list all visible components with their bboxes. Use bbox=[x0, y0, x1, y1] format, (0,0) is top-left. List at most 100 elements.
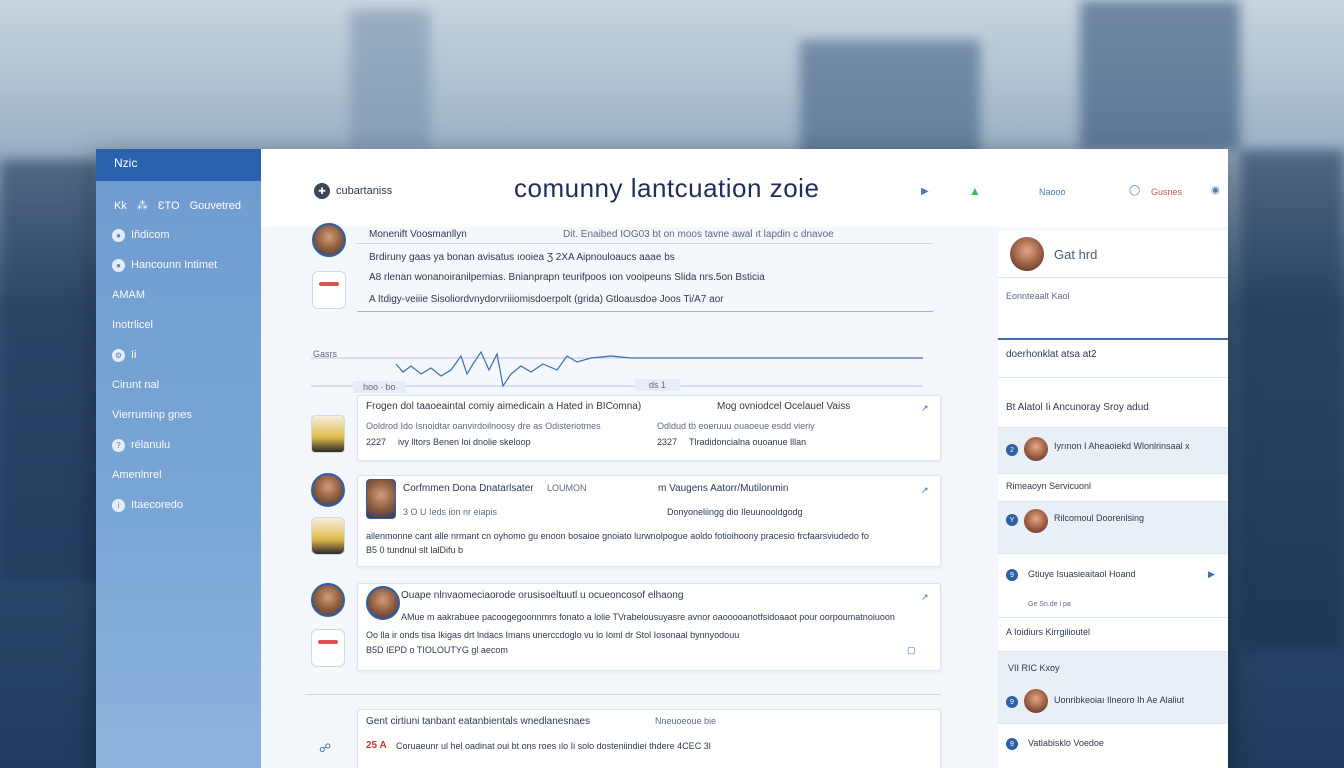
main-feed: Monenift Voosmanllyn Dit. Enaibed IOG03 … bbox=[261, 149, 986, 768]
panel-section bbox=[998, 277, 1228, 338]
panel-item-text[interactable]: Rimeaoyn Servicuonl bbox=[1006, 481, 1091, 491]
panel-item-text[interactable]: Iyrınon I Aheaoiekd Wlonlrinsaal x bbox=[1054, 441, 1190, 451]
sidebar-item[interactable]: i Itaecoredo bbox=[96, 490, 261, 520]
panel-badge: 2 bbox=[1006, 444, 1018, 456]
divider bbox=[357, 243, 933, 244]
settings-icon: ⚙ bbox=[112, 348, 125, 362]
post-text: B5D IEPD o TIOLOUTYG gl aecom bbox=[366, 645, 508, 655]
post-text: Odldud tb eoeruuu ouaoeue esdd vieriy bbox=[657, 421, 815, 431]
post-text: B5 0 tundnul slt lalDifu b bbox=[366, 545, 464, 555]
sidebar-item[interactable]: Vierruminp gnes bbox=[96, 400, 261, 430]
post-text: ailenmonne cant alle nrmant cn oyhomo gu… bbox=[366, 531, 869, 541]
post-text: Donyoneliingg dio Ileuunooldgodg bbox=[667, 507, 803, 517]
sidebar-item[interactable]: ? rélanulu bbox=[96, 430, 261, 460]
panel-note: Eonnteaalt Kaol bbox=[1006, 291, 1070, 301]
post-thumbnail[interactable] bbox=[311, 517, 345, 555]
sidebar-item[interactable]: ● Hancounn Intimet bbox=[96, 250, 261, 280]
avatar[interactable] bbox=[311, 583, 345, 617]
sidebar-item-label: Cirunt nal bbox=[112, 379, 160, 391]
panel-badge: 9 bbox=[1006, 569, 1018, 581]
post-author[interactable]: Corfmmen Dona Dnatarlsater bbox=[403, 483, 534, 494]
post-text: Oo lla ir onds tisa Ikigas drt lndacs Im… bbox=[366, 630, 740, 640]
post-author[interactable]: Gent cirtiuni tanbant eatanbientals wned… bbox=[366, 716, 590, 727]
panel-badge: Y bbox=[1006, 514, 1018, 526]
avatar[interactable] bbox=[311, 473, 345, 507]
settings-icon[interactable]: ◉ bbox=[1211, 185, 1220, 196]
panel-item-text[interactable]: Rilcomoul Doorenlsing bbox=[1054, 513, 1144, 523]
post-text: Coruaeunr ul hel oadinat oui bt ons roes… bbox=[396, 741, 711, 751]
panel-badge: 9 bbox=[1006, 738, 1018, 750]
chart-marker: ds 1 bbox=[635, 379, 681, 391]
sidebar-item[interactable]: ● Iñdicom bbox=[96, 220, 261, 250]
bookmark-icon[interactable]: ▢ bbox=[907, 645, 916, 656]
panel-item-text[interactable]: VII RIC Kxoy bbox=[1008, 663, 1060, 673]
panel-item-text[interactable]: Vatlabisklo Voedoe bbox=[1028, 738, 1104, 748]
post-thumbnail[interactable] bbox=[311, 629, 345, 667]
sidebar-top-item[interactable]: ƐTO bbox=[158, 200, 180, 212]
sidebar-top-item[interactable]: ⁂ bbox=[137, 199, 148, 212]
search-icon[interactable]: ◯ bbox=[1129, 185, 1140, 196]
author-photo[interactable] bbox=[366, 479, 396, 519]
sidebar-item[interactable]: Inotrlicel bbox=[96, 310, 261, 340]
post-subtitle: 3 O U Ieds ion nr eiapis bbox=[403, 507, 498, 517]
profile-avatar[interactable] bbox=[1010, 237, 1044, 271]
panel-avatar bbox=[1024, 509, 1048, 533]
avatar[interactable] bbox=[312, 223, 346, 257]
people-icon: ● bbox=[112, 258, 125, 272]
expand-icon[interactable]: ↗ bbox=[921, 592, 929, 603]
sidebar-item-label: Ii bbox=[131, 349, 137, 361]
panel-item-text[interactable]: Gtiuye Isuasieaitaol Hoand bbox=[1028, 569, 1136, 579]
post-text: A8 rlenan wonanoiranilpemias. Bnianprapn… bbox=[369, 272, 765, 283]
panel-item-text[interactable]: A Ioidiurs Kirrgilioutel bbox=[1006, 627, 1090, 637]
panel-item-text: Ge Sn.de i pa bbox=[1028, 601, 1071, 608]
post-meta: Nneuoeoue bie bbox=[655, 716, 717, 726]
post-tag: Mog ovniodcel Ocelauel Vaiss bbox=[717, 401, 851, 412]
sidebar-header: Nzic bbox=[96, 149, 261, 181]
post-count: 2327 bbox=[657, 437, 678, 447]
panel-item[interactable] bbox=[998, 651, 1228, 724]
post-text: AMue m aakrabuee pacoogegoonnmrs fonato … bbox=[401, 612, 895, 622]
sidebar-item[interactable]: AMAM bbox=[96, 280, 261, 310]
expand-icon[interactable]: ↗ bbox=[921, 485, 929, 496]
post-text: Tlradidoncialna ouoanue lllan bbox=[689, 437, 807, 447]
post-thumbnail[interactable] bbox=[312, 271, 346, 309]
help-icon: ? bbox=[112, 438, 125, 452]
nav-label[interactable]: Naooo bbox=[1039, 187, 1066, 197]
chart-label: Gasrs bbox=[313, 349, 338, 359]
sidebar-item-label: Hancounn Intimet bbox=[131, 259, 218, 271]
divider bbox=[357, 311, 933, 312]
sidebar-top-item[interactable]: Kk bbox=[114, 200, 127, 212]
right-panel: Gat hrd Eonnteaalt Kaol doerhonklat atsa… bbox=[998, 231, 1228, 768]
sidebar-item[interactable]: Amenlnrel bbox=[96, 460, 261, 490]
sidebar-item-label: Itaecoredo bbox=[131, 499, 183, 511]
chart-marker: hoo ∙ bo bbox=[353, 381, 406, 393]
divider bbox=[305, 694, 941, 695]
sidebar-item[interactable]: Cirunt nal bbox=[96, 370, 261, 400]
post-thumbnail[interactable] bbox=[311, 415, 345, 453]
profile-label: Gat hrd bbox=[1054, 247, 1098, 262]
sidebar-item-label: Inotrlicel bbox=[112, 319, 153, 331]
panel-avatar bbox=[1024, 437, 1048, 461]
sidebar-item-label: AMAM bbox=[112, 289, 145, 301]
chevron-right-icon[interactable]: ▶ bbox=[1208, 569, 1215, 580]
user-icon: ● bbox=[112, 228, 125, 242]
post-text: Ooldrod Ido Isnoidtar oanvirdoilnoosy dr… bbox=[366, 421, 601, 431]
sidebar: Nzic Kk ⁂ ƐTO Gouvetred ● Iñdicom ● Hancou… bbox=[96, 149, 261, 768]
panel-badge: 9 bbox=[1006, 696, 1018, 708]
sidebar-item-label: rélanulu bbox=[131, 439, 171, 451]
expand-icon[interactable]: ↗ bbox=[921, 403, 929, 414]
sidebar-item[interactable]: ⚙ Ii bbox=[96, 340, 261, 370]
share-icon[interactable]: ☍ bbox=[319, 741, 331, 755]
nav-label[interactable]: Gusnes bbox=[1151, 187, 1182, 197]
sidebar-top-item[interactable]: Gouvetred bbox=[190, 200, 241, 212]
author-avatar[interactable] bbox=[366, 586, 400, 620]
app-window: Nzic Kk ⁂ ƐTO Gouvetred ● Iñdicom ● Hancou… bbox=[96, 149, 1228, 768]
post-author[interactable]: Frogen dol taaoeaintal comiy aimedicain … bbox=[366, 401, 641, 412]
post-author[interactable]: Ouape nlnvaomeciaorode orusisoeltuutl u … bbox=[401, 590, 683, 601]
post-author[interactable]: Monenift Voosmanllyn bbox=[369, 229, 467, 240]
panel-item-text[interactable]: Uonribkeoiaı Ilneoro Ih Ae Alaliut bbox=[1054, 695, 1184, 705]
sidebar-item-label: Amenlnrel bbox=[112, 469, 162, 481]
sidebar-top-row: Kk ⁂ ƐTO Gouvetred bbox=[96, 181, 261, 220]
sidebar-item-label: Vierruminp gnes bbox=[112, 409, 192, 421]
post-count: 2227 bbox=[366, 437, 387, 447]
